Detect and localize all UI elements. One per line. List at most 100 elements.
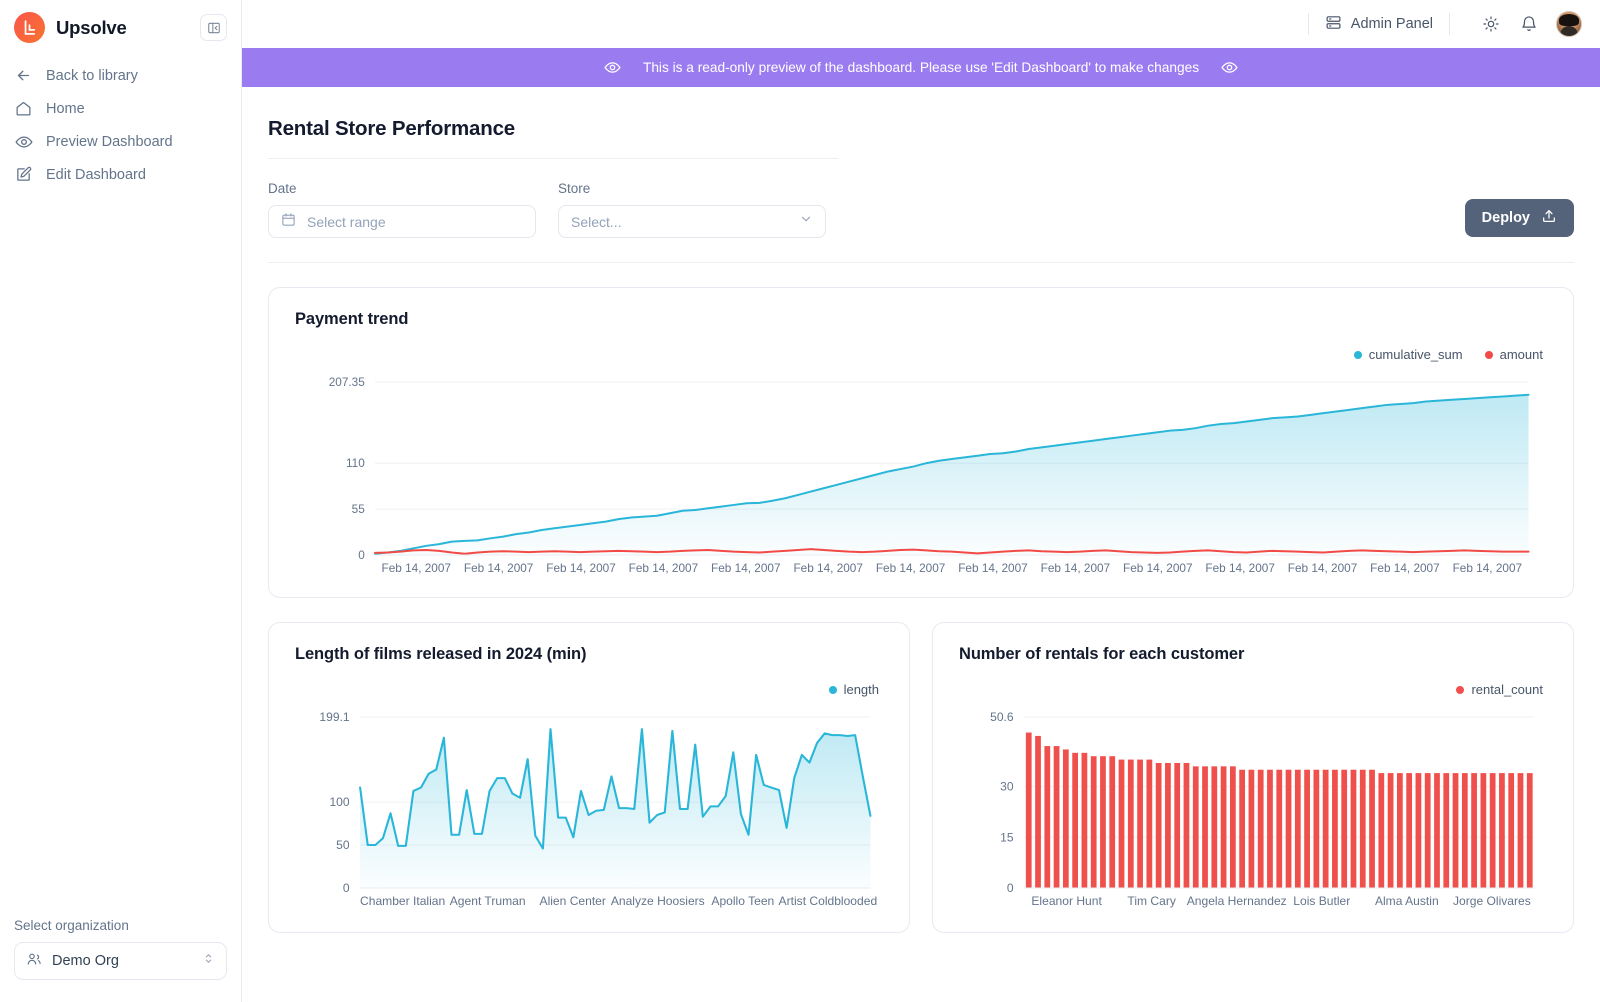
bar <box>1443 773 1450 888</box>
main-area: Admin Panel This is a read-only preview … <box>242 0 1600 1002</box>
date-filter-group: Date Select range <box>268 181 536 238</box>
rentals-title: Number of rentals for each customer <box>959 645 1245 663</box>
chevron-down-icon <box>799 212 813 231</box>
admin-panel-button[interactable]: Admin Panel <box>1325 14 1433 35</box>
sidebar-collapse-icon[interactable] <box>200 14 227 41</box>
bar <box>1387 773 1394 888</box>
payment-trend-legend: cumulative_sum amount <box>295 347 1547 362</box>
bell-icon[interactable] <box>1516 11 1542 37</box>
topbar-divider-2 <box>1449 13 1450 35</box>
user-avatar[interactable] <box>1556 11 1582 37</box>
bar <box>1062 749 1069 888</box>
calendar-icon <box>281 212 296 232</box>
deploy-button[interactable]: Deploy <box>1464 199 1574 237</box>
edit-pencil-icon <box>14 165 33 184</box>
topbar: Admin Panel <box>242 0 1600 48</box>
legend-dot <box>1353 350 1362 359</box>
sidebar-item-preview-dashboard[interactable]: Preview Dashboard <box>0 125 241 158</box>
legend-item-length[interactable]: length <box>828 682 879 697</box>
legend-dot <box>1484 350 1493 359</box>
app-window: Upsolve Back to library Home Preview Das… <box>0 0 1600 1002</box>
topbar-divider <box>1307 13 1309 35</box>
store-select[interactable]: Select... <box>558 205 826 238</box>
bar <box>1415 773 1422 888</box>
x-axis-tick: Feb 14, 2007 <box>1453 562 1522 575</box>
sidebar-nav: Back to library Home Preview Dashboard E… <box>0 53 241 191</box>
page-title: Rental Store Performance <box>268 117 515 140</box>
sun-icon[interactable] <box>1478 11 1504 37</box>
bar <box>1369 769 1375 888</box>
sidebar-item-back-to-library[interactable]: Back to library <box>0 59 241 92</box>
y-axis-tick: 15 <box>1000 832 1014 845</box>
y-axis-tick: 199.1 <box>319 711 349 724</box>
bar <box>1165 762 1171 888</box>
banner-message: This is a read-only preview of the dashb… <box>642 60 1200 75</box>
x-axis-tick: Feb 14, 2007 <box>958 562 1027 575</box>
bar <box>1276 769 1283 888</box>
bar <box>1322 769 1329 888</box>
x-axis-tick: Feb 14, 2007 <box>1370 562 1439 575</box>
bar <box>1239 769 1246 888</box>
bar <box>1137 759 1143 888</box>
rentals-svg: 0 15 30 50.6 Eleanor Hunt Tim Cary Angela Hern… <box>990 711 1535 908</box>
y-axis-tick: 50.6 <box>990 711 1014 724</box>
bar <box>1304 769 1310 888</box>
bar <box>1526 773 1533 888</box>
legend-item-amount[interactable]: amount <box>1484 347 1543 362</box>
eye-icon <box>14 132 33 151</box>
bar <box>1100 756 1106 888</box>
bar <box>1248 769 1255 888</box>
readonly-preview-banner: This is a read-only preview of the dashb… <box>242 48 1600 87</box>
bottom-cards-row: Length of films released in 2024 (min) l… <box>268 598 1574 933</box>
x-axis-tick: Feb 14, 2007 <box>629 562 698 575</box>
rentals-card: Number of rentals for each customer rent… <box>932 622 1574 933</box>
area-fill <box>375 394 1529 555</box>
bar <box>1434 773 1440 888</box>
x-axis-tick: Alien Center <box>540 895 606 908</box>
eye-icon <box>604 59 621 76</box>
x-axis-tick: Tim Cary <box>1127 895 1176 908</box>
film-length-svg: 0 50 100 199.1 Chamber Italian Agent Truman Al… <box>319 711 877 908</box>
legend-item-rental-count[interactable]: rental_count <box>1456 682 1543 697</box>
bar <box>1081 752 1088 888</box>
sidebar: Upsolve Back to library Home Preview Das… <box>0 0 242 1002</box>
chevron-up-down-icon <box>202 952 215 970</box>
bar <box>1452 773 1459 888</box>
y-axis-tick: 110 <box>346 457 365 470</box>
bar <box>1267 769 1273 888</box>
x-axis-tick: Lois Butler <box>1293 895 1350 908</box>
x-axis-tick: Feb 14, 2007 <box>1123 562 1192 575</box>
bar <box>1508 773 1515 888</box>
x-axis-tick: Apollo Teen <box>711 895 774 908</box>
org-select[interactable]: Demo Org <box>14 942 227 980</box>
film-length-plot: 0 50 100 199.1 Chamber Italian Agent Truman Al… <box>295 703 883 918</box>
x-axis-tick: Feb 14, 2007 <box>546 562 615 575</box>
x-axis-tick: Feb 14, 2007 <box>1041 562 1110 575</box>
bar <box>1461 773 1468 888</box>
filters-row: Date Select range Store Select... Deploy <box>268 159 1574 263</box>
date-range-placeholder: Select range <box>307 213 386 230</box>
eye-icon-right <box>1221 59 1238 76</box>
film-length-card: Length of films released in 2024 (min) l… <box>268 622 910 933</box>
rentals-plot: 0 15 30 50.6 Eleanor Hunt Tim Cary Angela Hern… <box>959 703 1547 918</box>
org-switcher-label: Select organization <box>14 918 129 933</box>
y-axis-tick: 100 <box>329 796 350 809</box>
bar <box>1359 769 1366 888</box>
y-axis-tick: 0 <box>343 882 350 895</box>
sidebar-item-home[interactable]: Home <box>0 92 241 125</box>
legend-item-cumulative-sum[interactable]: cumulative_sum <box>1353 347 1463 362</box>
bar <box>1489 773 1496 888</box>
bar <box>1109 756 1116 888</box>
date-range-input[interactable]: Select range <box>268 205 536 238</box>
x-axis-tick: Chamber Italian <box>360 895 445 908</box>
org-select-value: Demo Org <box>52 953 119 969</box>
bar <box>1035 735 1041 888</box>
brand-row: Upsolve <box>0 0 241 53</box>
x-axis-tick: Analyze Hoosiers <box>611 895 705 908</box>
bar <box>1378 773 1385 888</box>
bar <box>1174 762 1181 888</box>
sidebar-item-edit-dashboard[interactable]: Edit Dashboard <box>0 158 241 191</box>
y-axis-tick: 0 <box>358 549 365 562</box>
bar <box>1202 766 1208 888</box>
store-filter-group: Store Select... <box>558 181 826 238</box>
